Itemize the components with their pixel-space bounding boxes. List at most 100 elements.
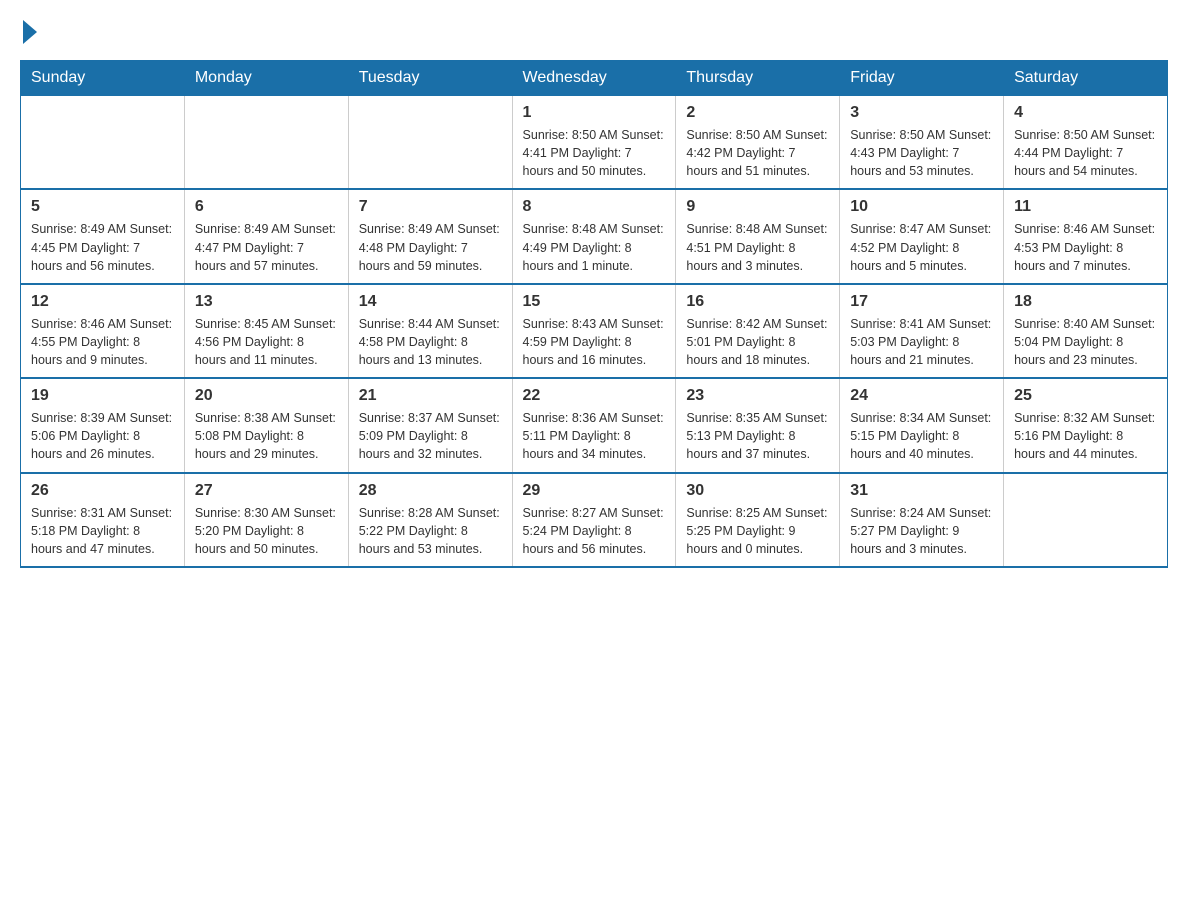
calendar-cell: 15Sunrise: 8:43 AM Sunset: 4:59 PM Dayli… [512, 284, 676, 378]
day-number: 5 [31, 198, 174, 216]
calendar-table: Sunday Monday Tuesday Wednesday Thursday… [20, 60, 1168, 568]
day-number: 16 [686, 293, 829, 311]
day-number: 31 [850, 482, 993, 500]
day-number: 24 [850, 387, 993, 405]
calendar-cell [348, 96, 512, 190]
calendar-cell: 8Sunrise: 8:48 AM Sunset: 4:49 PM Daylig… [512, 189, 676, 283]
day-number: 25 [1014, 387, 1157, 405]
calendar-header-row: Sunday Monday Tuesday Wednesday Thursday… [21, 61, 1168, 96]
calendar-cell: 19 Sunrise: 8:39 AM Sunset: 5:06 PM Dayli… [21, 378, 185, 472]
day-info: Sunrise: 8:38 AM Sunset: 5:08 PM Dayligh… [195, 409, 338, 463]
day-number: 13 [195, 293, 338, 311]
day-number: 20 [195, 387, 338, 405]
day-number: 23 [686, 387, 829, 405]
page-header [20, 20, 1168, 50]
day-number: 18 [1014, 293, 1157, 311]
logo [20, 20, 37, 50]
calendar-body: 1 Sunrise: 8:50 AM Sunset: 4:41 PM Daylig… [21, 96, 1168, 567]
day-number: 3 [850, 104, 993, 122]
calendar-cell: 27 Sunrise: 8:30 AM Sunset: 5:20 PM Dayli… [184, 473, 348, 567]
day-number: 30 [686, 482, 829, 500]
day-info: Sunrise: 8:45 AM Sunset: 4:56 PM Dayligh… [195, 315, 338, 369]
calendar-cell: 17 Sunrise: 8:41 AM Sunset: 5:03 PM Dayli… [840, 284, 1004, 378]
calendar-cell: 22Sunrise: 8:36 AM Sunset: 5:11 PM Dayli… [512, 378, 676, 472]
day-number: 14 [359, 293, 502, 311]
day-number: 7 [359, 198, 502, 216]
calendar-cell [184, 96, 348, 190]
calendar-cell: 1 Sunrise: 8:50 AM Sunset: 4:41 PM Daylig… [512, 96, 676, 190]
calendar-cell: 10Sunrise: 8:47 AM Sunset: 4:52 PM Dayli… [840, 189, 1004, 283]
calendar-cell: 7 Sunrise: 8:49 AM Sunset: 4:48 PM Daylig… [348, 189, 512, 283]
day-info: Sunrise: 8:30 AM Sunset: 5:20 PM Dayligh… [195, 504, 338, 558]
day-number: 12 [31, 293, 174, 311]
day-number: 9 [686, 198, 829, 216]
col-sunday: Sunday [21, 61, 185, 96]
calendar-cell: 28 Sunrise: 8:28 AM Sunset: 5:22 PM Dayli… [348, 473, 512, 567]
day-info: Sunrise: 8:50 AM Sunset: 4:41 PM Dayligh… [523, 126, 666, 180]
calendar-cell [1004, 473, 1168, 567]
day-info: Sunrise: 8:34 AM Sunset: 5:15 PM Dayligh… [850, 409, 993, 463]
calendar-cell: 20 Sunrise: 8:38 AM Sunset: 5:08 PM Dayli… [184, 378, 348, 472]
calendar-cell: 31 Sunrise: 8:24 AM Sunset: 5:27 PM Dayli… [840, 473, 1004, 567]
day-number: 10 [850, 198, 993, 216]
col-saturday: Saturday [1004, 61, 1168, 96]
calendar-week-3: 12 Sunrise: 8:46 AM Sunset: 4:55 PM Dayli… [21, 284, 1168, 378]
day-number: 2 [686, 104, 829, 122]
day-info: Sunrise: 8:49 AM Sunset: 4:48 PM Dayligh… [359, 220, 502, 274]
day-number: 27 [195, 482, 338, 500]
day-info: Sunrise: 8:32 AM Sunset: 5:16 PM Dayligh… [1014, 409, 1157, 463]
day-number: 21 [359, 387, 502, 405]
calendar-cell: 2 Sunrise: 8:50 AM Sunset: 4:42 PM Daylig… [676, 96, 840, 190]
day-number: 1 [523, 104, 666, 122]
col-thursday: Thursday [676, 61, 840, 96]
calendar-week-2: 5 Sunrise: 8:49 AM Sunset: 4:45 PM Daylig… [21, 189, 1168, 283]
calendar-cell: 14 Sunrise: 8:44 AM Sunset: 4:58 PM Dayli… [348, 284, 512, 378]
day-info: Sunrise: 8:46 AM Sunset: 4:55 PM Dayligh… [31, 315, 174, 369]
day-info: Sunrise: 8:36 AM Sunset: 5:11 PM Dayligh… [523, 409, 666, 463]
day-info: Sunrise: 8:48 AM Sunset: 4:49 PM Dayligh… [523, 220, 666, 274]
day-number: 26 [31, 482, 174, 500]
day-info: Sunrise: 8:37 AM Sunset: 5:09 PM Dayligh… [359, 409, 502, 463]
day-info: Sunrise: 8:31 AM Sunset: 5:18 PM Dayligh… [31, 504, 174, 558]
day-number: 17 [850, 293, 993, 311]
calendar-cell: 3Sunrise: 8:50 AM Sunset: 4:43 PM Daylig… [840, 96, 1004, 190]
day-info: Sunrise: 8:25 AM Sunset: 5:25 PM Dayligh… [686, 504, 829, 558]
day-number: 11 [1014, 198, 1157, 216]
calendar-cell: 30 Sunrise: 8:25 AM Sunset: 5:25 PM Dayli… [676, 473, 840, 567]
day-info: Sunrise: 8:49 AM Sunset: 4:47 PM Dayligh… [195, 220, 338, 274]
calendar-cell: 23 Sunrise: 8:35 AM Sunset: 5:13 PM Dayli… [676, 378, 840, 472]
calendar-cell: 13 Sunrise: 8:45 AM Sunset: 4:56 PM Dayli… [184, 284, 348, 378]
day-number: 19 [31, 387, 174, 405]
day-info: Sunrise: 8:42 AM Sunset: 5:01 PM Dayligh… [686, 315, 829, 369]
day-number: 15 [523, 293, 666, 311]
calendar-cell: 26 Sunrise: 8:31 AM Sunset: 5:18 PM Dayli… [21, 473, 185, 567]
day-info: Sunrise: 8:39 AM Sunset: 5:06 PM Dayligh… [31, 409, 174, 463]
day-number: 6 [195, 198, 338, 216]
calendar-cell: 29Sunrise: 8:27 AM Sunset: 5:24 PM Dayli… [512, 473, 676, 567]
day-info: Sunrise: 8:50 AM Sunset: 4:42 PM Dayligh… [686, 126, 829, 180]
col-tuesday: Tuesday [348, 61, 512, 96]
day-number: 28 [359, 482, 502, 500]
day-info: Sunrise: 8:40 AM Sunset: 5:04 PM Dayligh… [1014, 315, 1157, 369]
day-info: Sunrise: 8:35 AM Sunset: 5:13 PM Dayligh… [686, 409, 829, 463]
day-info: Sunrise: 8:49 AM Sunset: 4:45 PM Dayligh… [31, 220, 174, 274]
day-number: 29 [523, 482, 666, 500]
calendar-cell: 24 Sunrise: 8:34 AM Sunset: 5:15 PM Dayli… [840, 378, 1004, 472]
calendar-cell: 16 Sunrise: 8:42 AM Sunset: 5:01 PM Dayli… [676, 284, 840, 378]
day-info: Sunrise: 8:24 AM Sunset: 5:27 PM Dayligh… [850, 504, 993, 558]
day-number: 4 [1014, 104, 1157, 122]
day-info: Sunrise: 8:44 AM Sunset: 4:58 PM Dayligh… [359, 315, 502, 369]
calendar-cell: 11Sunrise: 8:46 AM Sunset: 4:53 PM Dayli… [1004, 189, 1168, 283]
calendar-cell: 21 Sunrise: 8:37 AM Sunset: 5:09 PM Dayli… [348, 378, 512, 472]
calendar-cell: 6 Sunrise: 8:49 AM Sunset: 4:47 PM Daylig… [184, 189, 348, 283]
calendar-cell: 9 Sunrise: 8:48 AM Sunset: 4:51 PM Daylig… [676, 189, 840, 283]
col-friday: Friday [840, 61, 1004, 96]
day-info: Sunrise: 8:28 AM Sunset: 5:22 PM Dayligh… [359, 504, 502, 558]
day-info: Sunrise: 8:48 AM Sunset: 4:51 PM Dayligh… [686, 220, 829, 274]
day-info: Sunrise: 8:41 AM Sunset: 5:03 PM Dayligh… [850, 315, 993, 369]
calendar-cell: 4 Sunrise: 8:50 AM Sunset: 4:44 PM Daylig… [1004, 96, 1168, 190]
calendar-cell: 25 Sunrise: 8:32 AM Sunset: 5:16 PM Dayli… [1004, 378, 1168, 472]
day-info: Sunrise: 8:50 AM Sunset: 4:44 PM Dayligh… [1014, 126, 1157, 180]
calendar-cell: 18 Sunrise: 8:40 AM Sunset: 5:04 PM Dayli… [1004, 284, 1168, 378]
calendar-week-1: 1 Sunrise: 8:50 AM Sunset: 4:41 PM Daylig… [21, 96, 1168, 190]
